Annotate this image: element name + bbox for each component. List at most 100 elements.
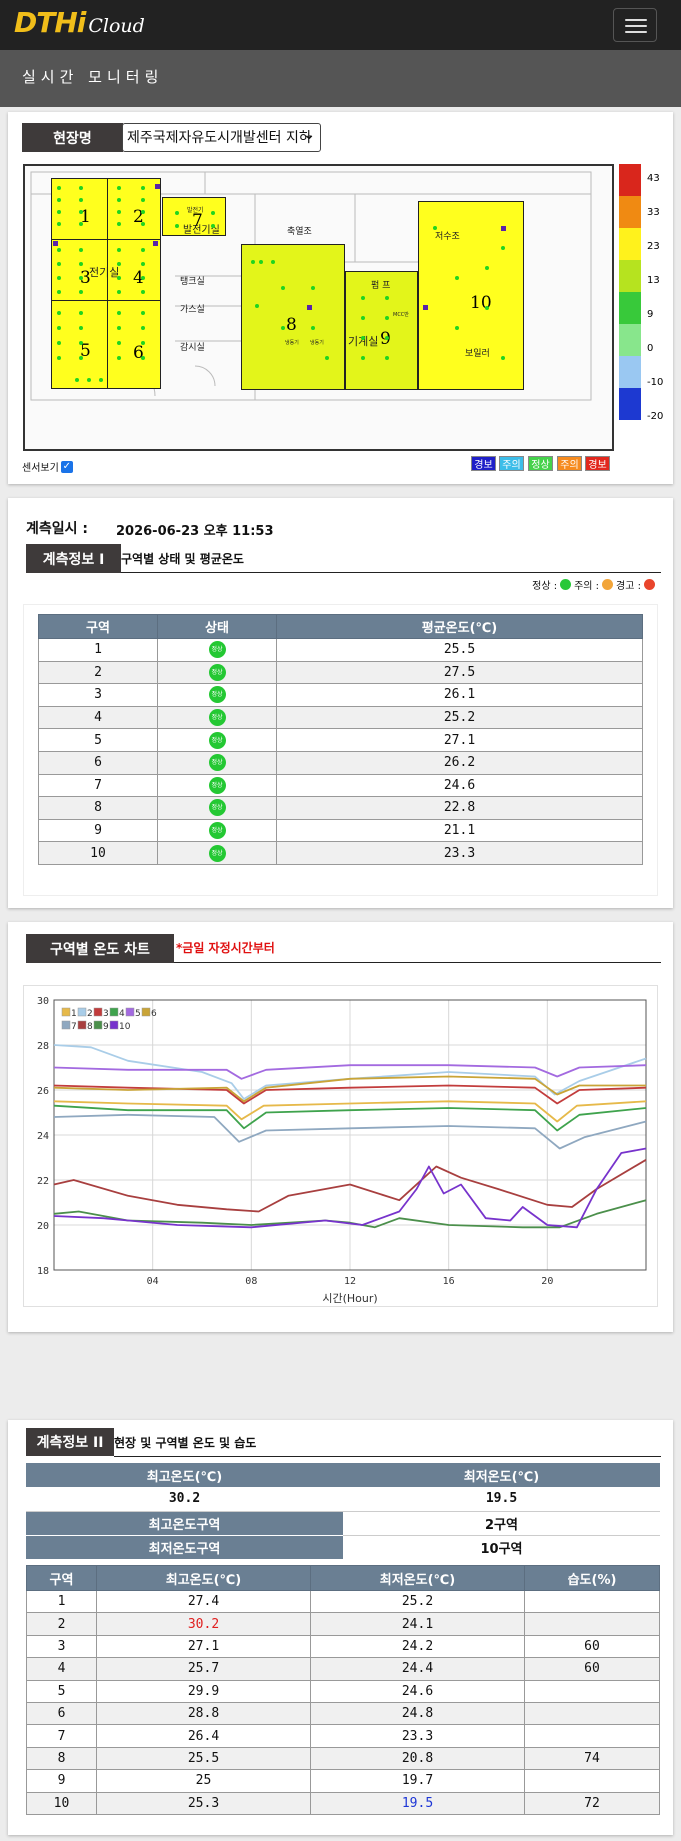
- col-zone: 구역: [38, 614, 158, 639]
- humidity-cell: 74: [524, 1746, 660, 1771]
- table-row: 2 30.2 24.1: [26, 1612, 660, 1636]
- menu-toggle-button[interactable]: [613, 8, 657, 42]
- scale-label: 43: [647, 173, 660, 184]
- min-temp-cell: 19.5: [310, 1791, 525, 1815]
- sensor-marker: [153, 241, 158, 246]
- site-select[interactable]: 제주국제자유도시개발센터 지하 ⌄: [122, 123, 321, 152]
- table-row: 5 29.9 24.6: [26, 1679, 660, 1703]
- avg-temp-cell: 25.2: [276, 705, 643, 730]
- humidity-cell: [524, 1724, 660, 1748]
- zone-cell: 5: [38, 728, 158, 752]
- max-zone-value: 2구역: [343, 1511, 660, 1536]
- legend-label-2: 2: [87, 1009, 93, 1019]
- normal-status-icon: 정상: [208, 641, 226, 659]
- zone-cell: 6: [26, 1701, 97, 1726]
- sensor-dot: [485, 306, 489, 310]
- table-row: 1 정상 25.5: [38, 638, 643, 662]
- legend-label-9: 9: [103, 1022, 109, 1032]
- measure-time-value: 2026-06-23 오후 11:53: [116, 524, 274, 539]
- sensor-dot: [259, 260, 263, 264]
- zone-6[interactable]: 6: [107, 300, 161, 389]
- site-select-value: 제주국제자유도시개발센터 지하: [127, 130, 312, 146]
- x-tick-label: 04: [147, 1276, 159, 1287]
- humidity-cell: [524, 1612, 660, 1636]
- status-cell: 정상: [157, 638, 277, 662]
- zone-8[interactable]: 8: [241, 244, 345, 390]
- sensor-dot: [79, 222, 83, 226]
- sensor-dot: [117, 356, 121, 360]
- sensor-dot: [117, 290, 121, 294]
- sensor-dot: [501, 356, 505, 360]
- room-label: 가스실: [180, 305, 205, 315]
- sensor-dot: [433, 226, 437, 230]
- sensor-dot: [501, 246, 505, 250]
- site-label: 현장명: [22, 123, 123, 152]
- legend-label-5: 5: [135, 1009, 141, 1019]
- min-temp-cell: 24.1: [310, 1612, 525, 1636]
- sensor-dot: [385, 316, 389, 320]
- min-temp-cell: 24.2: [310, 1634, 525, 1659]
- table-row: 10 25.3 19.5 72: [26, 1791, 660, 1815]
- y-tick-label: 24: [37, 1131, 49, 1142]
- legend-swatch-2: [77, 1007, 87, 1017]
- legend-caution-high: 주의: [557, 456, 582, 471]
- sensor-toggle-label: 센서보기: [22, 463, 59, 474]
- site-max-label: 최고온도(℃): [26, 1463, 343, 1487]
- zone-cell: 8: [38, 796, 158, 820]
- scale-color-step: [619, 292, 641, 324]
- sensor-dot: [385, 336, 389, 340]
- temperature-chart-svg: 1820222426283004 08 12 16 201 2 3 4 5 67 8 9 10시간(Ho…: [37, 996, 647, 1305]
- logo-brand: DTHi: [14, 6, 86, 39]
- table-row: 6 정상 26.2: [38, 750, 643, 775]
- room-label: MCC반: [393, 312, 409, 318]
- table-row: 4 25.7 24.4 60: [26, 1657, 660, 1681]
- zone-cell: 5: [26, 1679, 97, 1703]
- sensor-dot: [311, 286, 315, 290]
- legend-label-1: 1: [71, 1009, 77, 1019]
- zone-cell: 7: [26, 1724, 97, 1748]
- temperature-chart: 18 20 22 24 26 28 30 04 08 12 16 20 1 2 3 4 5 6 7 8 9 10 시간(Ho…: [23, 985, 658, 1307]
- zone-2[interactable]: 2: [107, 178, 161, 240]
- normal-status-icon: 정상: [208, 822, 226, 840]
- site-summary-table: 최고온도(℃) 최저온도(℃) 30.2 19.5 최고온도구역 2구역 최저온…: [26, 1463, 660, 1559]
- sensor-dot: [141, 290, 145, 294]
- table-row: 1 27.4 25.2: [26, 1589, 660, 1614]
- min-temp-cell: 24.8: [310, 1701, 525, 1726]
- info1-tag: 계측정보 I: [26, 544, 121, 573]
- hamburger-icon: [625, 19, 647, 21]
- sensor-dot: [79, 276, 83, 280]
- avg-temp-cell: 26.2: [276, 750, 643, 775]
- info2-title: 현장 및 구역별 온도 및 습도: [114, 1436, 257, 1450]
- normal-status-icon: 정상: [208, 754, 226, 772]
- normal-status-icon: 정상: [208, 663, 226, 681]
- chart-note: *금일 자정시간부터: [176, 941, 275, 955]
- scale-color-step: [619, 196, 641, 228]
- scale-color-step: [619, 164, 641, 196]
- sensor-dot: [117, 198, 121, 202]
- dthi-logo[interactable]: DTHi Cloud: [14, 6, 145, 44]
- zone-cell: 3: [26, 1634, 97, 1659]
- scale-color-step: [619, 260, 641, 292]
- max-temp-cell: 25: [96, 1769, 311, 1793]
- legend-swatch-5: [125, 1007, 135, 1017]
- normal-status-icon: 정상: [208, 686, 226, 704]
- sensor-toggle[interactable]: 센서보기 ✓: [22, 459, 73, 474]
- table-row: 4 정상 25.2: [38, 705, 643, 730]
- y-tick-label: 28: [37, 1041, 49, 1052]
- zone-cell: 4: [26, 1657, 97, 1681]
- humidity-cell: 72: [524, 1791, 660, 1815]
- avg-temp-cell: 27.5: [276, 660, 643, 685]
- normal-status-icon: 정상: [208, 776, 226, 794]
- table-row: 5 정상 27.1: [38, 728, 643, 752]
- avg-temp-cell: 22.8: [276, 796, 643, 820]
- x-tick-label: 20: [541, 1276, 553, 1287]
- scale-label: 13: [647, 275, 660, 286]
- normal-status-icon: 정상: [208, 844, 226, 862]
- sensor-checkbox[interactable]: ✓: [60, 460, 73, 473]
- sensor-dot: [175, 224, 179, 228]
- sensor-dot: [79, 326, 83, 330]
- legend-alarm-high: 경보: [585, 456, 610, 471]
- min-temp-cell: 19.7: [310, 1769, 525, 1793]
- scale-label: 0: [647, 343, 654, 354]
- room-label: 저수조: [435, 232, 460, 242]
